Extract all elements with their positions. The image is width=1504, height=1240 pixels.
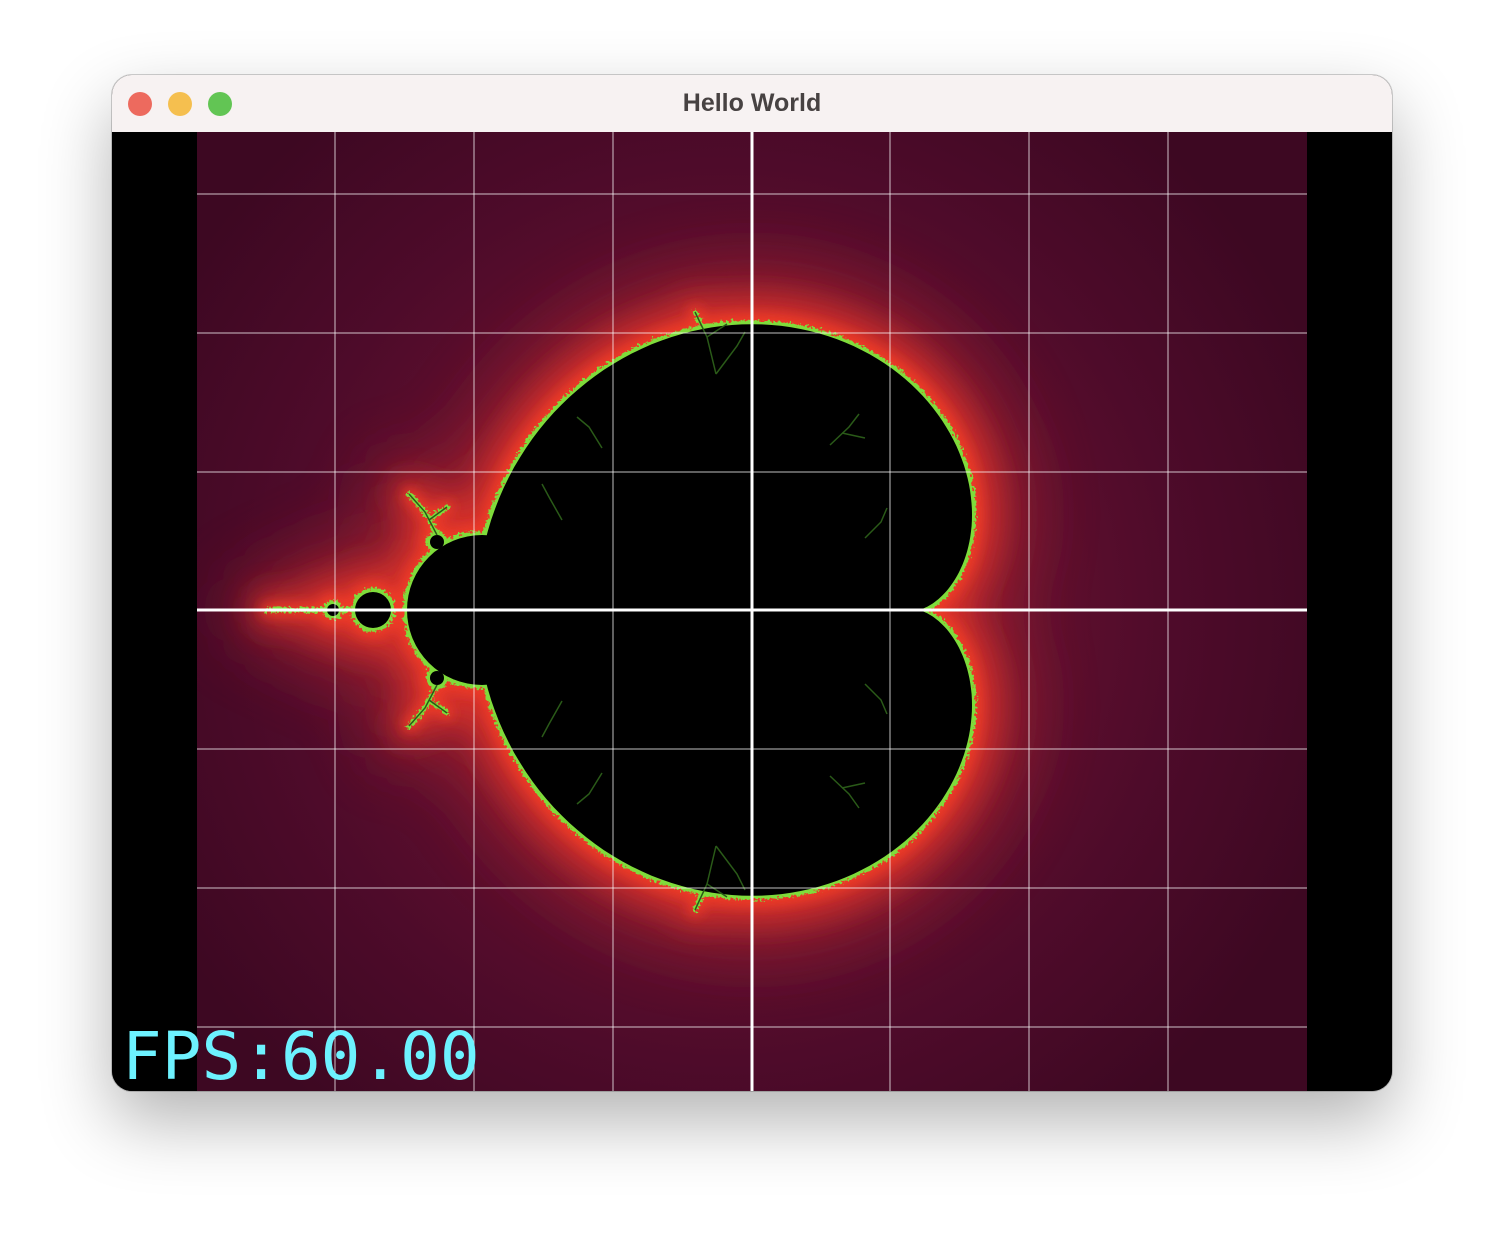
render-area[interactable]: FPS:60.00 [112, 132, 1392, 1091]
set-bulb [856, 666, 874, 684]
fps-counter: FPS:60.00 [122, 1018, 480, 1092]
set-bulb [689, 792, 743, 846]
set-bulb [430, 535, 444, 549]
set-bulb [521, 672, 533, 684]
app-window: Hello World FPS:60.00 [112, 75, 1392, 1091]
set-bulb [591, 448, 613, 470]
set-bulb [554, 520, 570, 536]
set-bulb [554, 685, 570, 701]
mandelbrot-canvas[interactable] [197, 132, 1307, 1091]
set-bulb [856, 538, 874, 556]
fractal-viewport[interactable] [197, 132, 1307, 1091]
title-bar[interactable]: Hello World [112, 75, 1392, 133]
set-bulb [816, 748, 844, 776]
set-bulb [816, 445, 844, 473]
set-bulb [689, 374, 743, 428]
set-bulb [591, 751, 613, 773]
window-title: Hello World [682, 89, 822, 117]
set-bulb [521, 536, 533, 548]
set-bulb [430, 671, 444, 685]
